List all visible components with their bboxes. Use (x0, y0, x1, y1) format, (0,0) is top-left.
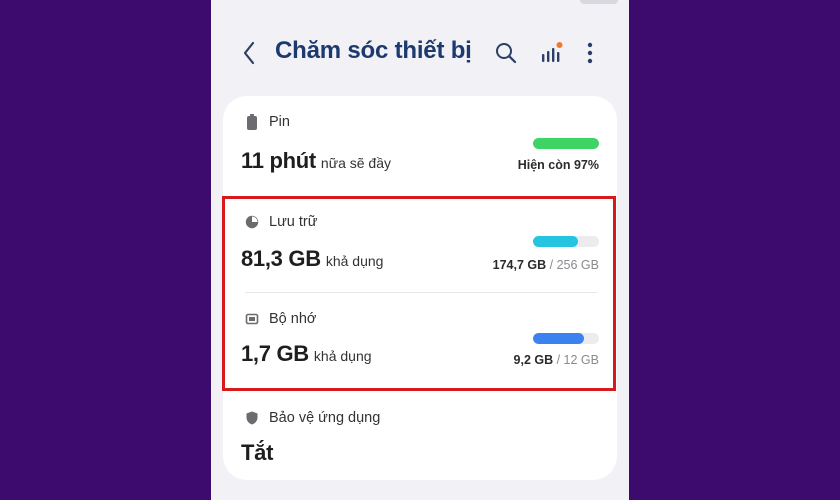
app-protection-header: Bảo vệ ứng dụng (245, 410, 380, 426)
memory-used: 9,2 GB (513, 353, 554, 367)
battery-time-unit: nữa sẽ đầy (320, 155, 392, 171)
phone-screen: Chăm sóc thiết bị Pin 11 phút nữa sẽ đầy… (211, 0, 629, 500)
app-protection-value-row: Tắt (241, 440, 273, 466)
app-protection-status: Tắt (241, 440, 274, 465)
storage-usage-bar (533, 236, 599, 247)
storage-label: Lưu trữ (269, 214, 318, 230)
back-chevron-icon (243, 41, 255, 65)
app-protection-section[interactable]: Bảo vệ ứng dụng Tắt (223, 392, 617, 480)
memory-usage-fill (533, 333, 584, 344)
memory-value-row: 1,7 GB khả dụng (241, 341, 372, 367)
memory-usage-text: 9,2 GB / 12 GB (514, 353, 599, 367)
battery-icon (245, 114, 259, 130)
shield-icon (245, 411, 259, 425)
battery-time-value: 11 phút (241, 148, 316, 173)
app-protection-label: Bảo vệ ứng dụng (269, 410, 381, 426)
status-bar-hint (580, 0, 618, 4)
device-care-card: Pin 11 phút nữa sẽ đầy Hiện còn 97% Lưu … (223, 96, 617, 480)
memory-available-value: 1,7 GB (241, 341, 309, 366)
storage-total: / 256 GB (549, 258, 599, 272)
storage-header: Lưu trữ (245, 214, 317, 230)
pie-chart-icon (245, 215, 259, 229)
memory-label: Bộ nhớ (269, 311, 317, 327)
storage-value-row: 81,3 GB khả dụng (241, 246, 383, 272)
app-bar: Chăm sóc thiết bị (211, 28, 629, 78)
bar-chart-icon (542, 42, 563, 62)
storage-section[interactable]: Lưu trữ 81,3 GB khả dụng 174,7 GB / 256 … (223, 196, 617, 292)
page-title: Chăm sóc thiết bị (275, 37, 472, 64)
more-vert-icon (587, 42, 593, 64)
memory-available-unit: khả dụng (313, 348, 372, 364)
storage-usage-text: 174,7 GB / 256 GB (493, 258, 599, 272)
memory-total: / 12 GB (556, 353, 599, 367)
battery-level-bar (533, 138, 599, 149)
battery-label: Pin (269, 114, 290, 130)
battery-value-row: 11 phút nữa sẽ đầy (241, 148, 391, 174)
memory-section[interactable]: Bộ nhớ 1,7 GB khả dụng 9,2 GB / 12 GB (223, 293, 617, 389)
battery-level-fill (533, 138, 599, 149)
battery-header: Pin (245, 114, 290, 130)
memory-usage-bar (533, 333, 599, 344)
storage-used: 174,7 GB (492, 258, 547, 272)
storage-usage-fill (533, 236, 578, 247)
memory-header: Bộ nhớ (245, 311, 316, 327)
back-button[interactable] (235, 38, 263, 68)
search-button[interactable] (491, 38, 521, 68)
memory-chip-icon (245, 312, 259, 326)
more-options-button[interactable] (575, 38, 605, 68)
battery-status-text: Hiện còn 97% (517, 158, 599, 172)
search-icon (496, 43, 517, 64)
storage-available-value: 81,3 GB (241, 246, 321, 271)
storage-available-unit: khả dụng (325, 253, 384, 269)
stats-button[interactable] (536, 38, 566, 68)
battery-section[interactable]: Pin 11 phút nữa sẽ đầy Hiện còn 97% (223, 96, 617, 196)
